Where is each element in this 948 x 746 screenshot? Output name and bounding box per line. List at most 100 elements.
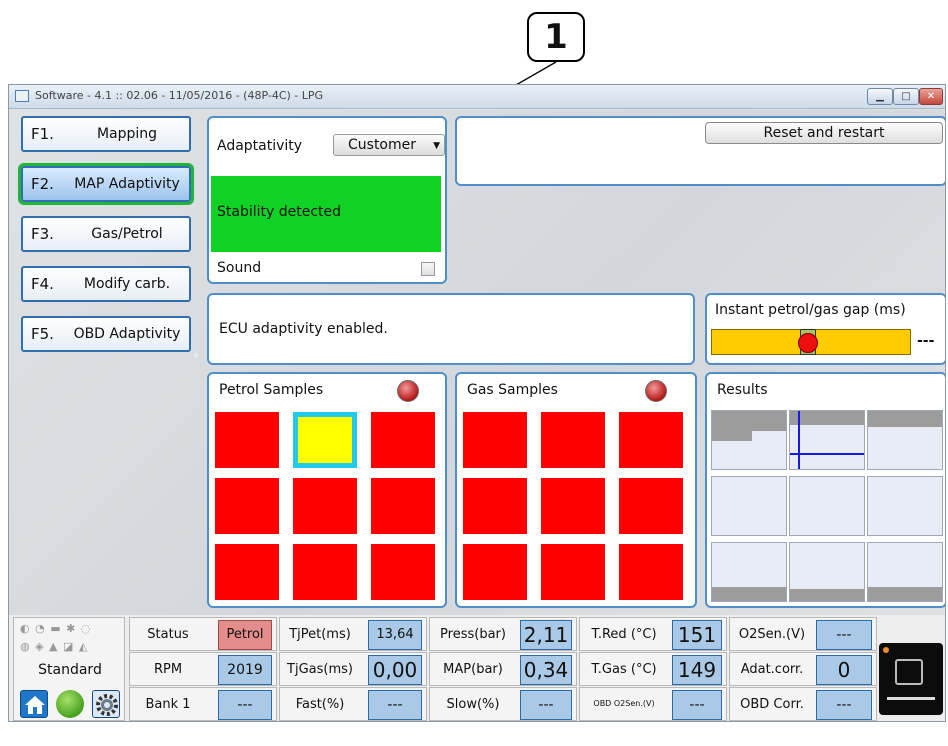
cell-value: 13,64 — [368, 620, 422, 650]
tjpet-cell: TjPet(ms) 13,64 — [279, 617, 427, 651]
gap-panel: Instant petrol/gas gap (ms) --- — [705, 293, 945, 365]
gas-sample-cell — [541, 478, 605, 534]
petrol-sample-cell — [371, 478, 435, 534]
nav-label: MAP Adaptivity — [74, 176, 180, 192]
rpm-cell: RPM 2019 — [129, 652, 277, 686]
gap-value: --- — [917, 333, 935, 349]
nav-label: Gas/Petrol — [91, 226, 163, 242]
close-button[interactable]: ✕ — [919, 88, 943, 105]
result-cell — [711, 410, 787, 470]
nav-key: F4. — [31, 275, 54, 293]
petrol-sample-cell — [371, 544, 435, 600]
cell-value: 149 — [672, 655, 722, 685]
mode-block: ◐ ◔ ▬ ✱ ◌ ◍ ◈ ▲ ◪ ◭ Standard — [13, 617, 125, 721]
petrol-sample-cell — [215, 412, 279, 468]
cell-value: 151 — [672, 620, 722, 650]
cell-label: T.Gas (°C) — [591, 662, 657, 677]
bank-cell: Bank 1 --- — [129, 687, 277, 721]
app-window: Software - 4.1 :: 02.06 - 11/05/2016 - (… — [8, 84, 946, 722]
gap-bar — [711, 329, 911, 355]
gas-sample-cell — [619, 544, 683, 600]
sound-label: Sound — [217, 260, 262, 276]
result-cell — [789, 542, 865, 602]
gas-sample-cell — [463, 412, 527, 468]
o2sen-cell: O2Sen.(V) --- — [729, 617, 877, 651]
gear-icon[interactable] — [92, 690, 120, 718]
cell-label: O2Sen.(V) — [738, 627, 806, 642]
chevron-down-icon: ▼ — [433, 141, 440, 151]
tgas-cell: T.Gas (°C) 149 — [579, 652, 727, 686]
device-icon — [879, 643, 943, 715]
maximize-button[interactable]: □ — [893, 88, 919, 105]
cell-value: --- — [520, 690, 572, 720]
result-cell — [867, 542, 943, 602]
nav-gas-petrol-button[interactable]: F3. Gas/Petrol — [21, 216, 191, 252]
nav-label: Modify carb. — [83, 276, 171, 292]
adaptativity-dropdown[interactable]: Customer ▼ — [333, 134, 445, 156]
result-fill — [790, 589, 864, 601]
device-led — [883, 647, 889, 653]
cell-value: 0 — [816, 655, 872, 685]
nav-key: F2. — [31, 175, 54, 193]
nav-obd-adaptivity-button[interactable]: F5. OBD Adaptivity — [21, 316, 191, 352]
result-cell-active — [789, 410, 865, 470]
cell-label: Press(bar) — [440, 627, 506, 642]
petrol-sample-cell — [293, 544, 357, 600]
gas-sample-cell — [541, 412, 605, 468]
tjgas-cell: TjGas(ms) 0,00 — [279, 652, 427, 686]
stability-indicator: Stability detected — [211, 176, 441, 252]
gas-sample-cell — [541, 544, 605, 600]
gap-indicator-dot — [798, 333, 818, 353]
obd-corr-cell: OBD Corr. --- — [729, 687, 877, 721]
cell-label: MAP(bar) — [443, 662, 503, 677]
minimize-button[interactable]: ▁ — [867, 88, 893, 105]
nav-key: F1. — [31, 125, 54, 143]
sound-checkbox[interactable] — [421, 262, 435, 276]
gas-led-icon — [645, 380, 667, 402]
ecu-message-panel: ECU adaptivity enabled. — [207, 293, 695, 365]
cell-label: Bank 1 — [145, 697, 191, 712]
nav-mapping-button[interactable]: F1. Mapping — [21, 116, 191, 152]
obd-o2sen-cell: OBD O2Sen.(V) --- — [579, 687, 727, 721]
cell-label: RPM — [153, 662, 183, 677]
gap-center-marker — [798, 329, 818, 355]
fast-cell: Fast(%) --- — [279, 687, 427, 721]
cell-value: 2019 — [218, 655, 272, 685]
petrol-sample-cell-selected — [293, 412, 357, 468]
results-title: Results — [717, 382, 768, 398]
cell-label: Status — [147, 627, 189, 642]
gap-title: Instant petrol/gas gap (ms) — [715, 302, 906, 318]
cell-value: --- — [672, 690, 722, 720]
device-stripe — [887, 697, 935, 700]
status-light-icon — [56, 690, 84, 718]
petrol-samples-panel: Petrol Samples — [207, 372, 447, 608]
result-cell — [711, 476, 787, 536]
status-bar: ◐ ◔ ▬ ✱ ◌ ◍ ◈ ▲ ◪ ◭ Standard Status Petr… — [9, 615, 945, 721]
nav-modify-carb-button[interactable]: F4. Modify carb. — [21, 266, 191, 302]
result-cell — [789, 476, 865, 536]
nav-map-adaptivity-button[interactable]: F2. MAP Adaptivity — [18, 163, 194, 205]
cell-value: 0,00 — [368, 655, 422, 685]
nav-label: OBD Adaptivity — [73, 326, 181, 342]
result-fill — [868, 411, 942, 427]
gas-sample-cell — [619, 478, 683, 534]
tools-icons-2: ◍ ◈ ▲ ◪ ◭ — [20, 640, 89, 653]
result-fill — [712, 587, 786, 601]
reset-restart-button[interactable]: Reset and restart — [705, 122, 943, 144]
cell-value: --- — [816, 620, 872, 650]
result-cell — [867, 410, 943, 470]
cell-label: TjPet(ms) — [289, 627, 351, 642]
cell-label: Slow(%) — [446, 697, 500, 712]
adat-corr-cell: Adat.corr. 0 — [729, 652, 877, 686]
cell-value: 0,34 — [520, 655, 572, 685]
ecu-message: ECU adaptivity enabled. — [219, 321, 388, 337]
cell-label: TjGas(ms) — [287, 662, 353, 677]
home-icon[interactable] — [20, 690, 48, 718]
cell-value: --- — [368, 690, 422, 720]
result-crosshair-h — [790, 453, 864, 455]
window-title: Software - 4.1 :: 02.06 - 11/05/2016 - (… — [35, 89, 324, 102]
petrol-sample-cell — [371, 412, 435, 468]
press-cell: Press(bar) 2,11 — [429, 617, 577, 651]
result-fill — [712, 411, 786, 431]
petrol-sample-cell — [293, 478, 357, 534]
